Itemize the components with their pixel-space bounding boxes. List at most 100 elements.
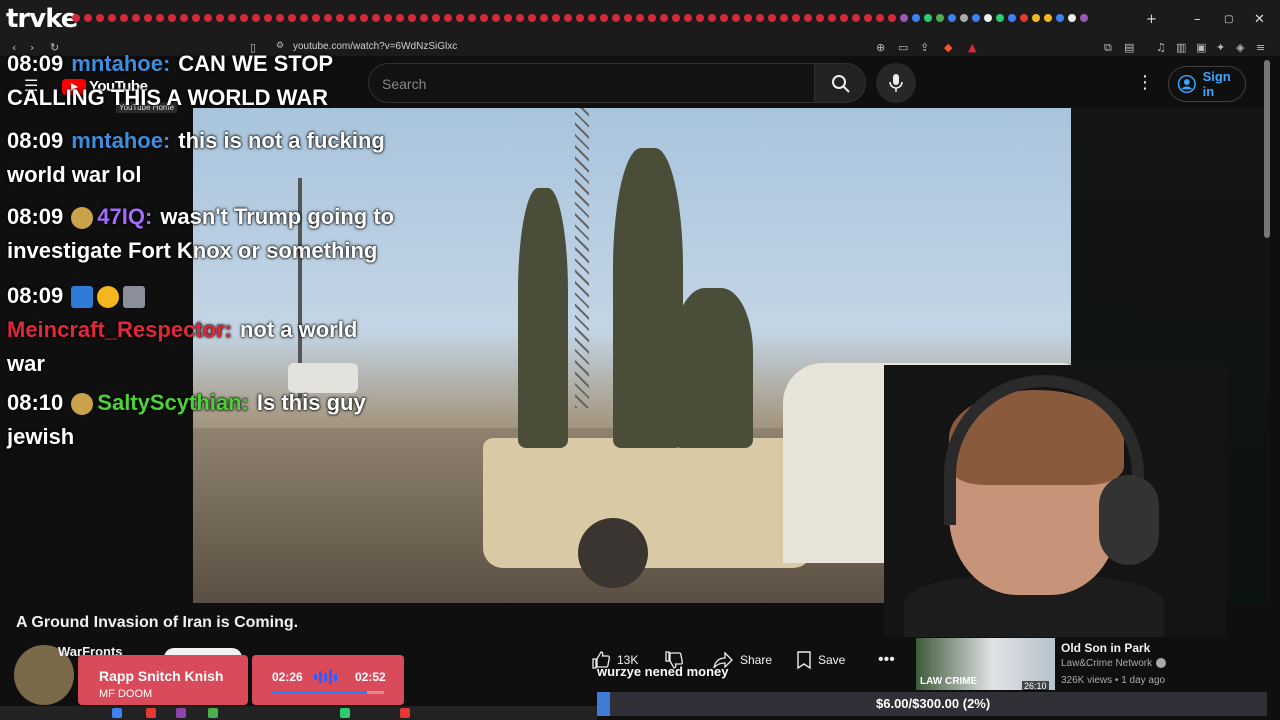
browser-tab-favicon[interactable] [432, 14, 440, 22]
browser-tab-favicon[interactable] [624, 14, 632, 22]
browser-tab-favicon[interactable] [96, 14, 104, 22]
browser-tab-favicon[interactable] [816, 14, 824, 22]
browser-tab-favicon[interactable] [348, 14, 356, 22]
search-input[interactable] [368, 63, 814, 103]
browser-tab-favicon[interactable] [372, 14, 380, 22]
browser-tab-favicon[interactable] [396, 14, 404, 22]
settings-kebab-icon[interactable]: ⋮ [1136, 72, 1154, 93]
voice-search-button[interactable] [876, 63, 916, 103]
browser-tab-favicon[interactable] [912, 14, 920, 22]
browser-tab-favicon[interactable] [144, 14, 152, 22]
taskbar-app-icon[interactable] [340, 708, 350, 718]
browser-tab-favicon[interactable] [888, 14, 896, 22]
browser-tab-favicon[interactable] [516, 14, 524, 22]
extensions-icon[interactable]: ⧉ [1104, 41, 1112, 55]
browser-tab-favicon[interactable] [264, 14, 272, 22]
browser-tab-favicon[interactable] [672, 14, 680, 22]
browser-tab-favicon[interactable] [972, 14, 980, 22]
brave-rewards-icon[interactable]: ▲ [968, 41, 976, 54]
reader-icon[interactable]: ▥ [1176, 41, 1186, 54]
browser-tab-favicon[interactable] [900, 14, 908, 22]
browser-tab-favicon[interactable] [252, 14, 260, 22]
menu-icon[interactable]: ≡ [1256, 41, 1265, 54]
browser-tab-favicon[interactable] [852, 14, 860, 22]
taskbar-app-icon[interactable] [400, 708, 410, 718]
browser-tab-favicon[interactable] [324, 14, 332, 22]
browser-tab-favicon[interactable] [936, 14, 944, 22]
minimize-button[interactable]: – [1194, 12, 1201, 27]
sidebar-icon[interactable]: ▤ [1124, 41, 1134, 54]
browser-tab-favicon[interactable] [984, 14, 992, 22]
browser-tab-favicon[interactable] [456, 14, 464, 22]
sign-in-button[interactable]: Sign in [1168, 66, 1246, 102]
browser-tab-favicon[interactable] [360, 14, 368, 22]
browser-tab-favicon[interactable] [588, 14, 596, 22]
browser-tab-favicon[interactable] [696, 14, 704, 22]
browser-tab-favicon[interactable] [72, 14, 80, 22]
taskbar-app-icon[interactable] [176, 708, 186, 718]
search-button[interactable] [814, 63, 866, 103]
browser-tab-favicon[interactable] [84, 14, 92, 22]
browser-tab-favicon[interactable] [1008, 14, 1016, 22]
browser-tab-favicon[interactable] [504, 14, 512, 22]
browser-tab-favicon[interactable] [720, 14, 728, 22]
browser-tab-favicon[interactable] [924, 14, 932, 22]
recommended-channel[interactable]: Law&Crime Network [1061, 658, 1167, 669]
new-tab-button[interactable]: + [1146, 12, 1157, 27]
media-icon[interactable]: ♫ [1156, 41, 1166, 54]
browser-tab-favicon[interactable] [108, 14, 116, 22]
browser-tab-favicon[interactable] [168, 14, 176, 22]
browser-tab-favicon[interactable] [756, 14, 764, 22]
browser-tab-favicon[interactable] [276, 14, 284, 22]
browser-tab-favicon[interactable] [300, 14, 308, 22]
cast-icon[interactable]: ▭ [898, 41, 908, 54]
browser-tab-favicon[interactable] [600, 14, 608, 22]
taskbar-app-icon[interactable] [112, 708, 122, 718]
browser-tab-favicon[interactable] [648, 14, 656, 22]
vpn-icon[interactable]: ✦ [1216, 41, 1225, 54]
browser-tab-favicon[interactable] [1068, 14, 1076, 22]
browser-tab-favicon[interactable] [576, 14, 584, 22]
browser-tab-favicon[interactable] [876, 14, 884, 22]
browser-tab-favicon[interactable] [240, 14, 248, 22]
browser-tab-favicon[interactable] [492, 14, 500, 22]
browser-tab-favicon[interactable] [612, 14, 620, 22]
browser-tab-favicon[interactable] [684, 14, 692, 22]
browser-tab-favicon[interactable] [732, 14, 740, 22]
browser-tab-favicon[interactable] [780, 14, 788, 22]
browser-tab-favicon[interactable] [1056, 14, 1064, 22]
browser-tab-favicon[interactable] [828, 14, 836, 22]
page-scrollbar[interactable] [1264, 60, 1270, 238]
browser-tab-favicon[interactable] [660, 14, 668, 22]
browser-tab-favicon[interactable] [384, 14, 392, 22]
browser-tab-favicon[interactable] [180, 14, 188, 22]
browser-tab-favicon[interactable] [960, 14, 968, 22]
browser-tab-favicon[interactable] [288, 14, 296, 22]
browser-tab-favicon[interactable] [480, 14, 488, 22]
browser-tab-favicon[interactable] [1020, 14, 1028, 22]
browser-tab-favicon[interactable] [420, 14, 428, 22]
browser-tab-favicon[interactable] [312, 14, 320, 22]
browser-tab-favicon[interactable] [216, 14, 224, 22]
browser-tab-favicon[interactable] [228, 14, 236, 22]
zoom-icon[interactable]: ⊕ [876, 41, 885, 54]
browser-tab-favicon[interactable] [468, 14, 476, 22]
taskbar-app-icon[interactable] [208, 708, 218, 718]
browser-tab-favicon[interactable] [540, 14, 548, 22]
browser-tab-favicon[interactable] [120, 14, 128, 22]
browser-tab-favicon[interactable] [948, 14, 956, 22]
browser-tab-favicon[interactable] [552, 14, 560, 22]
browser-tab-favicon[interactable] [408, 14, 416, 22]
browser-tab-favicon[interactable] [528, 14, 536, 22]
browser-tab-favicon[interactable] [444, 14, 452, 22]
browser-tab-favicon[interactable] [156, 14, 164, 22]
browser-tabs[interactable] [72, 14, 1132, 26]
browser-tab-favicon[interactable] [792, 14, 800, 22]
save-button[interactable]: Save [796, 646, 845, 674]
browser-tab-favicon[interactable] [1044, 14, 1052, 22]
wallet-icon[interactable]: ▣ [1196, 41, 1206, 54]
browser-tab-favicon[interactable] [132, 14, 140, 22]
browser-tab-favicon[interactable] [768, 14, 776, 22]
close-window-button[interactable]: ✕ [1254, 12, 1265, 27]
more-actions-icon[interactable]: ••• [878, 646, 895, 674]
